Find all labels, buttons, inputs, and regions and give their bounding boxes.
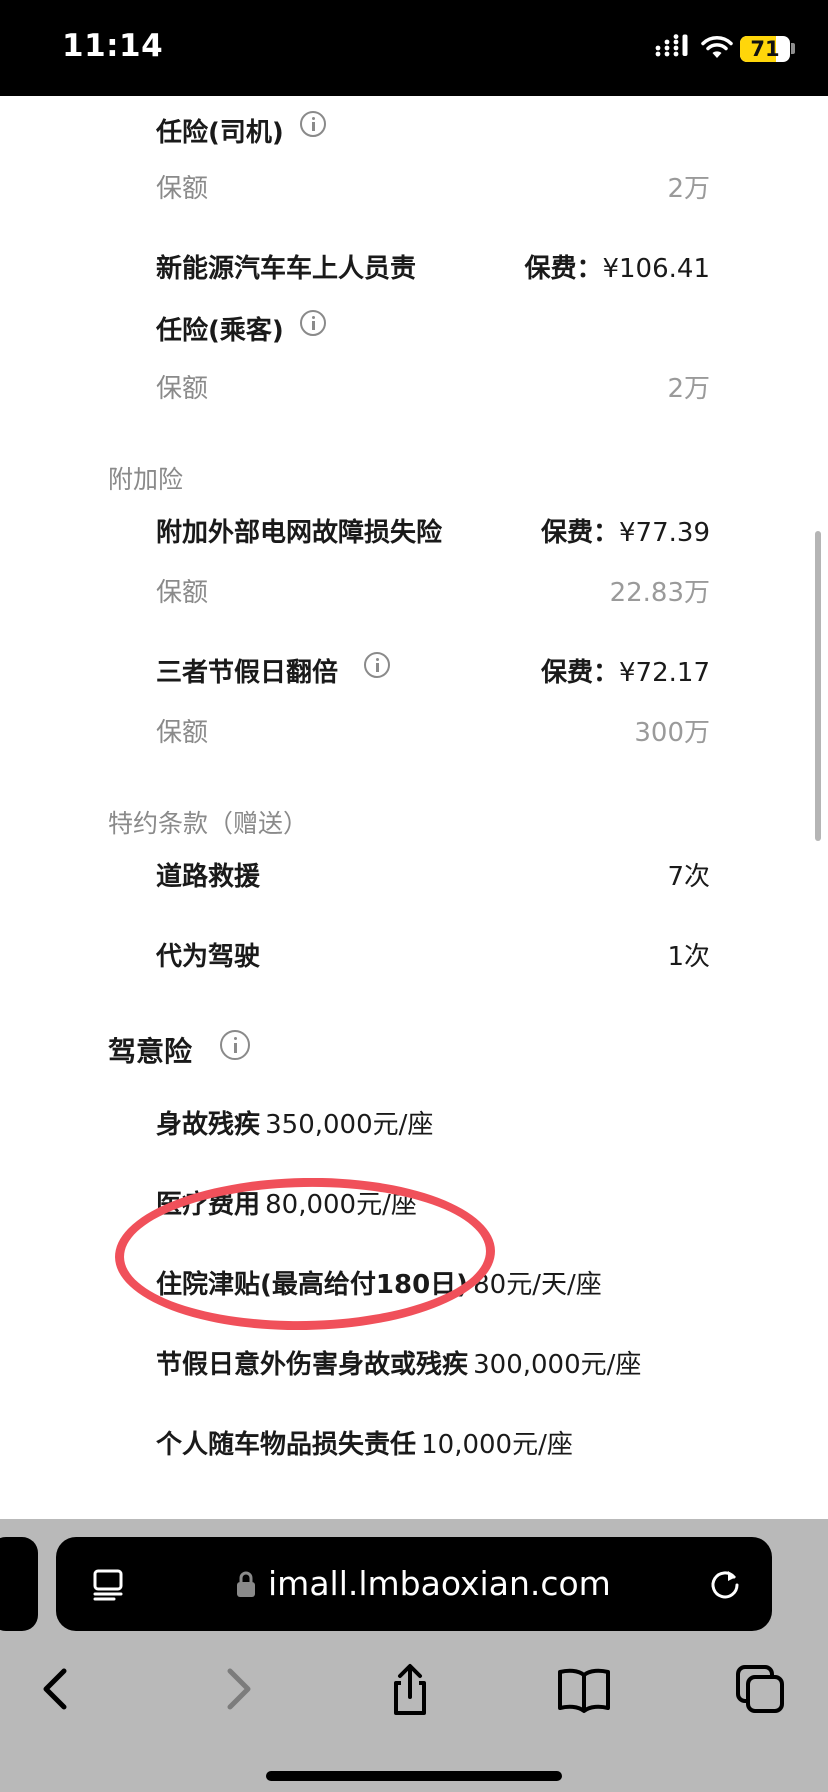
addons-heading: 附加险 bbox=[108, 465, 184, 494]
addon-amount: 22.83万 bbox=[609, 578, 710, 608]
info-icon[interactable] bbox=[364, 652, 390, 678]
premium-label: 保费： bbox=[541, 658, 620, 688]
url-text[interactable]: imall.lmbaoxian.com bbox=[268, 1561, 611, 1607]
previous-tab-peek[interactable] bbox=[0, 1537, 38, 1631]
passenger-liability-amount: 2万 bbox=[667, 374, 710, 404]
premium-value: ¥77.39 bbox=[619, 518, 710, 548]
status-bar: 11:14 71 bbox=[0, 0, 828, 96]
reader-mode-icon[interactable] bbox=[92, 1569, 126, 1601]
addon-amount-label: 保额 bbox=[156, 578, 209, 608]
driver-liability-amount-label: 保额 bbox=[156, 174, 209, 204]
passenger-liability-title-line2: 任险(乘客) bbox=[156, 316, 284, 346]
driver-liability-title: 任险(司机) bbox=[156, 118, 284, 148]
home-indicator[interactable] bbox=[266, 1771, 562, 1781]
back-icon[interactable] bbox=[28, 1659, 88, 1719]
passenger-liability-premium: 保费：¥106.41 bbox=[524, 248, 710, 285]
accident-item-value: 10,000元/座 bbox=[421, 1430, 573, 1460]
special-term-name: 代为驾驶 bbox=[156, 942, 261, 972]
passenger-liability-amount-label: 保额 bbox=[156, 374, 209, 404]
address-bar[interactable]: imall.lmbaoxian.com bbox=[56, 1537, 772, 1631]
tabs-icon[interactable] bbox=[730, 1659, 790, 1719]
reload-icon[interactable] bbox=[708, 1567, 742, 1601]
special-terms-heading: 特约条款（赠送） bbox=[108, 809, 309, 838]
passenger-liability-title-line1: 新能源汽车车上人员责 bbox=[156, 254, 417, 284]
wifi-icon bbox=[701, 36, 733, 58]
special-term-value: 7次 bbox=[667, 862, 710, 892]
share-icon[interactable] bbox=[380, 1659, 440, 1719]
driver-liability-amount: 2万 bbox=[667, 174, 710, 204]
accident-item: 个人随车物品损失责任 10,000元/座 bbox=[156, 1424, 573, 1461]
addon-amount: 300万 bbox=[634, 718, 710, 748]
page-scrollbar[interactable] bbox=[815, 531, 821, 841]
accident-item-value: 80元/天/座 bbox=[473, 1270, 602, 1300]
info-icon[interactable] bbox=[220, 1030, 250, 1060]
special-term-value: 1次 bbox=[667, 942, 710, 972]
battery-icon: 71 bbox=[740, 36, 790, 62]
info-icon[interactable] bbox=[300, 310, 326, 336]
accident-item: 身故残疾 350,000元/座 bbox=[156, 1104, 433, 1141]
special-term-name: 道路救援 bbox=[156, 862, 261, 892]
accident-heading: 驾意险 bbox=[108, 1035, 193, 1068]
accident-item-name: 个人随车物品损失责任 bbox=[156, 1430, 417, 1460]
premium-label: 保费： bbox=[524, 254, 603, 284]
battery-tip bbox=[791, 43, 795, 54]
premium-value: ¥106.41 bbox=[602, 254, 710, 284]
info-icon[interactable] bbox=[300, 111, 326, 137]
accident-item-value: 300,000元/座 bbox=[473, 1350, 642, 1380]
premium-label: 保费： bbox=[541, 518, 620, 548]
status-time: 11:14 bbox=[62, 28, 164, 64]
addon-name: 三者节假日翻倍 bbox=[156, 658, 339, 688]
bookmarks-icon[interactable] bbox=[554, 1659, 614, 1719]
accident-item: 节假日意外伤害身故或残疾 300,000元/座 bbox=[156, 1344, 641, 1381]
browser-toolbar: imall.lmbaoxian.com bbox=[0, 1519, 828, 1792]
addon-name: 附加外部电网故障损失险 bbox=[156, 518, 443, 548]
addon-amount-label: 保额 bbox=[156, 718, 209, 748]
forward-icon[interactable] bbox=[206, 1659, 266, 1719]
cellular-signal-icon bbox=[655, 34, 688, 57]
accident-item-name: 身故残疾 bbox=[156, 1110, 261, 1140]
policy-details: 任险(司机) 保额 2万 新能源汽车车上人员责 保费：¥106.41 任险(乘客… bbox=[0, 96, 828, 1519]
premium-value: ¥72.17 bbox=[619, 658, 710, 688]
lock-icon bbox=[237, 1571, 255, 1597]
accident-item-value: 350,000元/座 bbox=[265, 1110, 434, 1140]
addon-premium: 保费：¥77.39 bbox=[541, 512, 710, 549]
accident-item-name: 节假日意外伤害身故或残疾 bbox=[156, 1350, 469, 1380]
battery-percentage: 71 bbox=[750, 37, 780, 61]
addon-premium: 保费：¥72.17 bbox=[541, 652, 710, 689]
